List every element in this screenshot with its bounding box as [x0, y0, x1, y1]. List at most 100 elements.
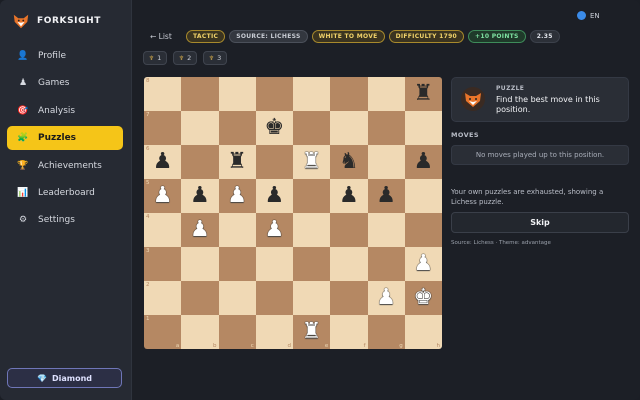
square-g6[interactable] [367, 145, 405, 179]
square-e5[interactable] [293, 179, 331, 213]
square-e2[interactable] [293, 281, 331, 315]
square-d6[interactable] [255, 145, 293, 179]
sidebar-item-games[interactable]: ♟ Games [7, 71, 123, 95]
white-king-icon[interactable]: ♚ [414, 287, 434, 309]
square-e8[interactable] [293, 77, 331, 111]
square-e1[interactable]: e ♜ [293, 315, 331, 349]
black-pawn-icon[interactable]: ♟ [153, 151, 173, 173]
black-pawn-icon[interactable]: ♟ [414, 151, 434, 173]
square-d4[interactable]: ♟ [255, 213, 293, 247]
chart-icon: 📊 [17, 187, 29, 198]
square-b2[interactable] [181, 281, 219, 315]
sidebar-item-achievements[interactable]: 🏆 Achievements [7, 154, 123, 178]
square-a4[interactable]: 4 [144, 213, 182, 247]
hint-button-3[interactable]: ♆ 3 [203, 51, 227, 65]
white-rook-icon[interactable]: ♜ [302, 151, 322, 173]
square-f1[interactable]: f [330, 315, 368, 349]
square-e3[interactable] [293, 247, 331, 281]
sidebar-item-analysis[interactable]: 🎯 Analysis [7, 99, 123, 123]
square-c2[interactable] [218, 281, 256, 315]
black-pawn-icon[interactable]: ♟ [339, 185, 359, 207]
white-pawn-icon[interactable]: ♟ [265, 219, 285, 241]
square-g7[interactable] [367, 111, 405, 145]
square-g2[interactable]: ♟ [367, 281, 405, 315]
square-g3[interactable] [367, 247, 405, 281]
square-c4[interactable] [218, 213, 256, 247]
square-h4[interactable] [404, 213, 442, 247]
square-h7[interactable] [404, 111, 442, 145]
square-d3[interactable] [255, 247, 293, 281]
square-h6[interactable]: ♟ [404, 145, 442, 179]
square-e4[interactable] [293, 213, 331, 247]
square-c1[interactable]: c [218, 315, 256, 349]
square-g8[interactable] [367, 77, 405, 111]
black-king-icon[interactable]: ♚ [265, 117, 285, 139]
square-b7[interactable] [181, 111, 219, 145]
white-pawn-icon[interactable]: ♟ [414, 253, 434, 275]
square-a8[interactable]: 8 [144, 77, 182, 111]
white-pawn-icon[interactable]: ♟ [153, 185, 173, 207]
square-h8[interactable]: ♜ [404, 77, 442, 111]
sidebar-item-profile[interactable]: 👤 Profile [7, 44, 123, 68]
sidebar-item-settings[interactable]: ⚙ Settings [7, 208, 123, 232]
square-c8[interactable] [218, 77, 256, 111]
square-a2[interactable]: 2 [144, 281, 182, 315]
square-d2[interactable] [255, 281, 293, 315]
square-f8[interactable] [330, 77, 368, 111]
skip-button[interactable]: Skip [451, 212, 629, 233]
square-f2[interactable] [330, 281, 368, 315]
square-b6[interactable] [181, 145, 219, 179]
square-e7[interactable] [293, 111, 331, 145]
square-b1[interactable]: b [181, 315, 219, 349]
square-g5[interactable]: ♟ [367, 179, 405, 213]
square-e6[interactable]: ♜ [293, 145, 331, 179]
square-b4[interactable]: ♟ [181, 213, 219, 247]
square-b3[interactable] [181, 247, 219, 281]
hint-button-2[interactable]: ♆ 2 [173, 51, 197, 65]
black-rook-icon[interactable]: ♜ [414, 83, 434, 105]
white-pawn-icon[interactable]: ♟ [376, 287, 396, 309]
white-rook-icon[interactable]: ♜ [302, 321, 322, 343]
square-f7[interactable] [330, 111, 368, 145]
language-selector[interactable]: EN [577, 11, 600, 20]
square-c6[interactable]: ♜ [218, 145, 256, 179]
square-h1[interactable]: h [404, 315, 442, 349]
brand[interactable]: FORKSIGHT [12, 12, 101, 30]
square-f3[interactable] [330, 247, 368, 281]
hint-button-1[interactable]: ♆ 1 [143, 51, 167, 65]
square-g1[interactable]: g [367, 315, 405, 349]
chess-board[interactable]: 8 ♜ 7 ♚ 6 ♟ ♜ ♜ ♞ ♟ 5 ♟ ♟ ♟ ♟ ♟ ♟ 4 ♟ ♟ 3 ♟ 2 ♟ ♚ 1 a b c d e ♜ f g h [144, 77, 442, 349]
back-to-list-link[interactable]: ← List [150, 32, 172, 41]
black-pawn-icon[interactable]: ♟ [190, 185, 210, 207]
square-c5[interactable]: ♟ [218, 179, 256, 213]
sidebar-item-leaderboard[interactable]: 📊 Leaderboard [7, 181, 123, 205]
square-d8[interactable] [255, 77, 293, 111]
square-a6[interactable]: 6 ♟ [144, 145, 182, 179]
square-a1[interactable]: 1a [144, 315, 182, 349]
white-pawn-icon[interactable]: ♟ [227, 185, 247, 207]
square-b5[interactable]: ♟ [181, 179, 219, 213]
black-rook-icon[interactable]: ♜ [227, 151, 247, 173]
square-b8[interactable] [181, 77, 219, 111]
square-g4[interactable] [367, 213, 405, 247]
sidebar-item-puzzles[interactable]: 🧩 Puzzles [7, 126, 123, 151]
black-pawn-icon[interactable]: ♟ [265, 185, 285, 207]
black-pawn-icon[interactable]: ♟ [376, 185, 396, 207]
square-d1[interactable]: d [255, 315, 293, 349]
square-f6[interactable]: ♞ [330, 145, 368, 179]
plan-badge-button[interactable]: 💎 Diamond [7, 368, 122, 388]
square-a7[interactable]: 7 [144, 111, 182, 145]
square-c3[interactable] [218, 247, 256, 281]
square-a5[interactable]: 5 ♟ [144, 179, 182, 213]
square-h5[interactable] [404, 179, 442, 213]
square-f5[interactable]: ♟ [330, 179, 368, 213]
white-pawn-icon[interactable]: ♟ [190, 219, 210, 241]
square-d5[interactable]: ♟ [255, 179, 293, 213]
black-knight-icon[interactable]: ♞ [339, 151, 359, 173]
square-f4[interactable] [330, 213, 368, 247]
square-a3[interactable]: 3 [144, 247, 182, 281]
square-c7[interactable] [218, 111, 256, 145]
square-h2[interactable]: ♚ [404, 281, 442, 315]
square-d7[interactable]: ♚ [255, 111, 293, 145]
square-h3[interactable]: ♟ [404, 247, 442, 281]
